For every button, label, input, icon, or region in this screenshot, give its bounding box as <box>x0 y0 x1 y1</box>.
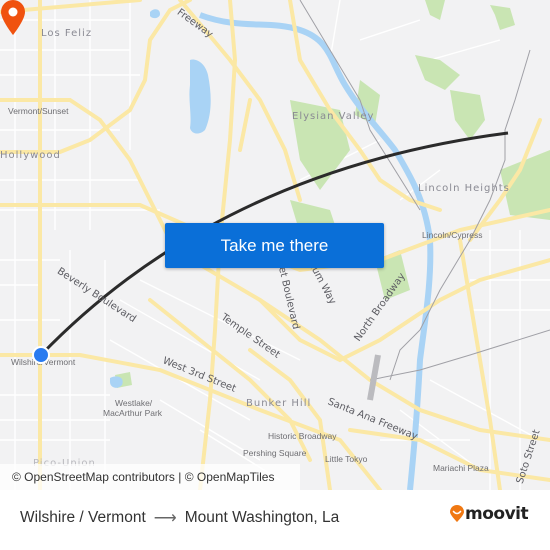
station-label: Pershing Square <box>243 448 307 458</box>
station-label: MacArthur Park <box>103 408 163 418</box>
neighborhood-label: Elysian Valley <box>292 111 375 122</box>
map-attribution[interactable]: © OpenStreetMap contributors | © OpenMap… <box>0 464 300 490</box>
brand-name: moovit <box>465 504 529 524</box>
station-label: Westlake/ <box>115 398 153 408</box>
moovit-logo[interactable]: moovit <box>449 504 529 524</box>
neighborhood-label: Hollywood <box>0 150 61 161</box>
origin-marker[interactable] <box>32 346 50 364</box>
footer: Wilshire / Vermont ⟶ Mount Washington, L… <box>0 490 550 550</box>
station-label: Lincoln/Cypress <box>422 230 483 240</box>
station-label: Little Tokyo <box>325 454 368 464</box>
freeway-overpass <box>367 354 381 401</box>
moovit-pin-icon <box>450 505 464 522</box>
take-me-there-button[interactable]: Take me there <box>165 223 384 268</box>
destination-name: Mount Washington, La <box>184 509 340 526</box>
destination-pin-icon[interactable] <box>0 0 26 36</box>
neighborhood-label: Lincoln Heights <box>418 183 510 194</box>
neighborhood-label: Los Feliz <box>41 28 93 39</box>
station-label: Mariachi Plaza <box>433 463 489 473</box>
origin-name: Wilshire / Vermont <box>20 509 146 526</box>
route-title: Wilshire / Vermont ⟶ Mount Washington, L… <box>20 508 339 528</box>
station-label: Vermont/Sunset <box>8 106 69 116</box>
arrow-right-icon: ⟶ <box>153 510 177 527</box>
neighborhood-label: Bunker Hill <box>246 398 312 409</box>
station-label: Historic Broadway <box>268 431 337 441</box>
map-view[interactable]: Los Feliz Hollywood Elysian Valley Linco… <box>0 0 550 490</box>
